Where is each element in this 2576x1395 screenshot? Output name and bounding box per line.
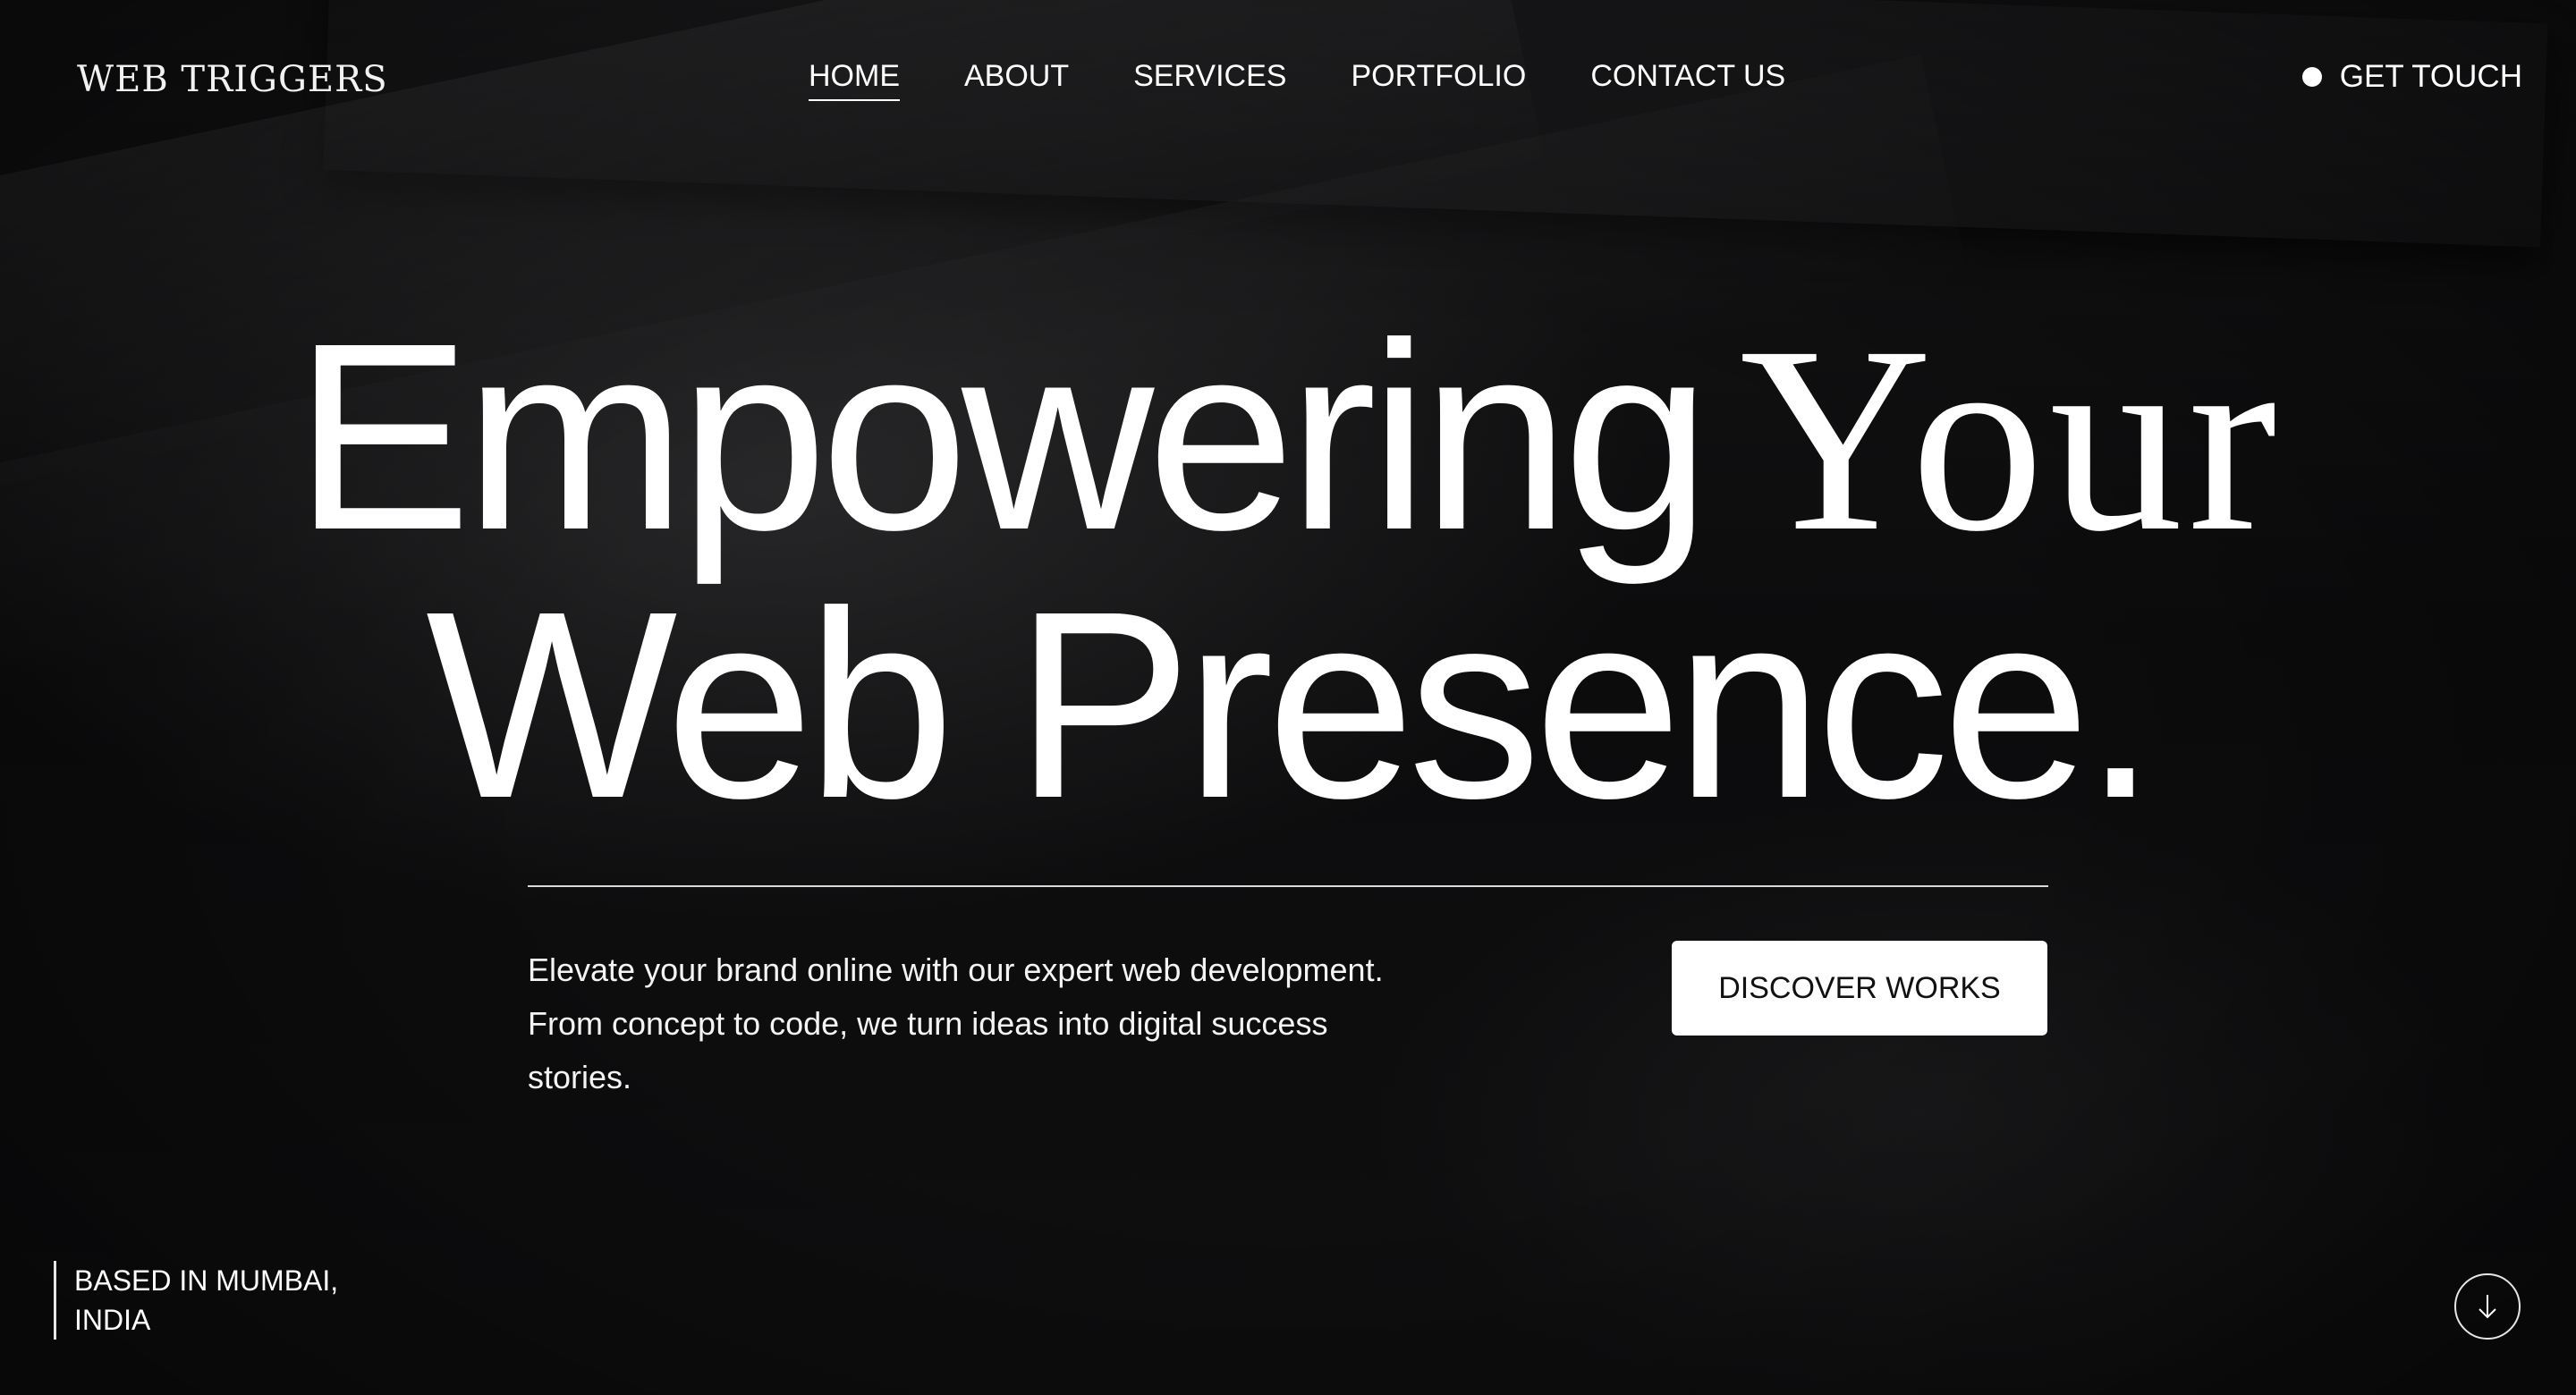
hero-headline-sans-word: Empowering: [293, 288, 1711, 586]
location-line-1: BASED IN MUMBAI,: [74, 1264, 339, 1297]
nav-item-home[interactable]: HOME: [809, 59, 900, 101]
hero-headline-line-1: Empowering Your: [0, 304, 2576, 573]
arrow-down-icon: [2479, 1295, 2496, 1319]
background-paper-slab: [323, 0, 2548, 248]
dot-icon: [2301, 67, 2322, 87]
hero-description: Elevate your brand online with our exper…: [528, 951, 1384, 1095]
hero-headline-line-2: Web Presence.: [0, 572, 2576, 839]
nav-item-about[interactable]: ABOUT: [964, 59, 1069, 101]
nav-item-contact-us[interactable]: CONTACT US: [1590, 59, 1785, 101]
scroll-down-button[interactable]: [2454, 1273, 2521, 1340]
hero-headline-serif-word: Your: [1739, 292, 2283, 587]
nav-item-portfolio[interactable]: PORTFOLIO: [1351, 59, 1526, 101]
location-line-2: INDIA: [74, 1304, 151, 1336]
location-label: BASED IN MUMBAI, INDIA: [54, 1261, 338, 1340]
main-nav: HOME ABOUT SERVICES PORTFOLIO CONTACT US: [809, 59, 1785, 101]
site-logo[interactable]: WEB TRIGGERS: [77, 59, 388, 100]
hero-headline-line-2-text: Web Presence.: [426, 556, 2157, 854]
hero-divider: [528, 885, 2048, 887]
page: WEB TRIGGERS HOME ABOUT SERVICES PORTFOL…: [0, 0, 2576, 1395]
nav-item-services[interactable]: SERVICES: [1133, 59, 1286, 101]
discover-works-button[interactable]: DISCOVER WORKS: [1672, 941, 2047, 1036]
get-touch-button[interactable]: GET TOUCH: [2301, 59, 2522, 95]
get-touch-label: GET TOUCH: [2339, 59, 2522, 94]
